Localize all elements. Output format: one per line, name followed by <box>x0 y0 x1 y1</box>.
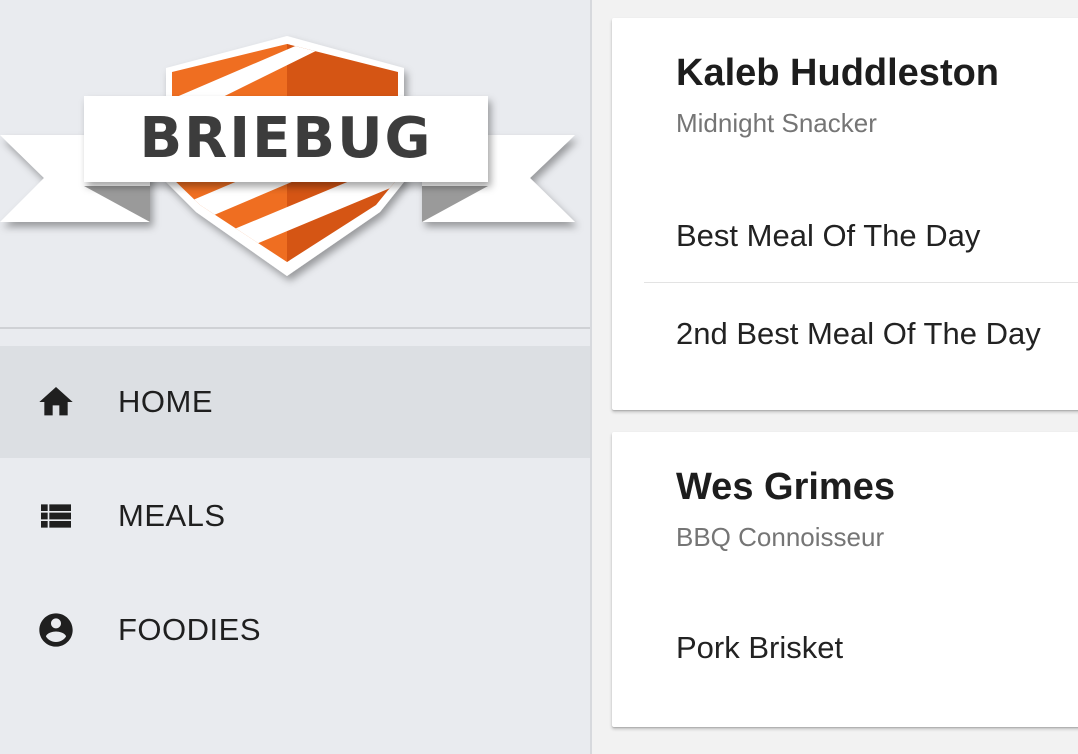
meal-item[interactable]: Pork Brisket <box>676 630 843 666</box>
app-root: BRIEBUG HOME MEALS FOODIES Kaleb Huddles… <box>0 0 1078 754</box>
home-icon <box>36 382 76 422</box>
sidebar-item-meals[interactable]: MEALS <box>0 460 590 572</box>
foodie-card: Wes Grimes BBQ Connoisseur Pork Brisket <box>612 432 1078 727</box>
sidebar: BRIEBUG HOME MEALS FOODIES <box>0 0 592 754</box>
briebug-logo-icon: BRIEBUG <box>0 36 575 276</box>
card-divider <box>644 282 1078 283</box>
card-title: Kaleb Huddleston <box>676 52 1000 94</box>
main-content: Kaleb Huddleston Midnight Snacker Best M… <box>592 0 1078 754</box>
card-subtitle: BBQ Connoisseur <box>676 522 885 552</box>
sidebar-item-label: MEALS <box>118 498 226 533</box>
logo-text: BRIEBUG <box>139 106 432 171</box>
sidebar-item-foodies[interactable]: FOODIES <box>0 574 590 686</box>
sidebar-item-home[interactable]: HOME <box>0 346 590 458</box>
meal-item[interactable]: 2nd Best Meal Of The Day <box>676 316 1041 352</box>
logo[interactable]: BRIEBUG <box>0 0 590 328</box>
foodie-card: Kaleb Huddleston Midnight Snacker Best M… <box>612 18 1078 410</box>
card-subtitle: Midnight Snacker <box>676 108 877 138</box>
meal-item[interactable]: Best Meal Of The Day <box>676 218 980 254</box>
sidebar-nav: HOME MEALS FOODIES <box>0 346 590 688</box>
card-title: Wes Grimes <box>676 466 895 508</box>
list-icon <box>36 496 76 536</box>
sidebar-divider <box>0 327 590 329</box>
sidebar-item-label: HOME <box>118 384 213 419</box>
account-circle-icon <box>36 610 76 650</box>
sidebar-item-label: FOODIES <box>118 612 262 647</box>
